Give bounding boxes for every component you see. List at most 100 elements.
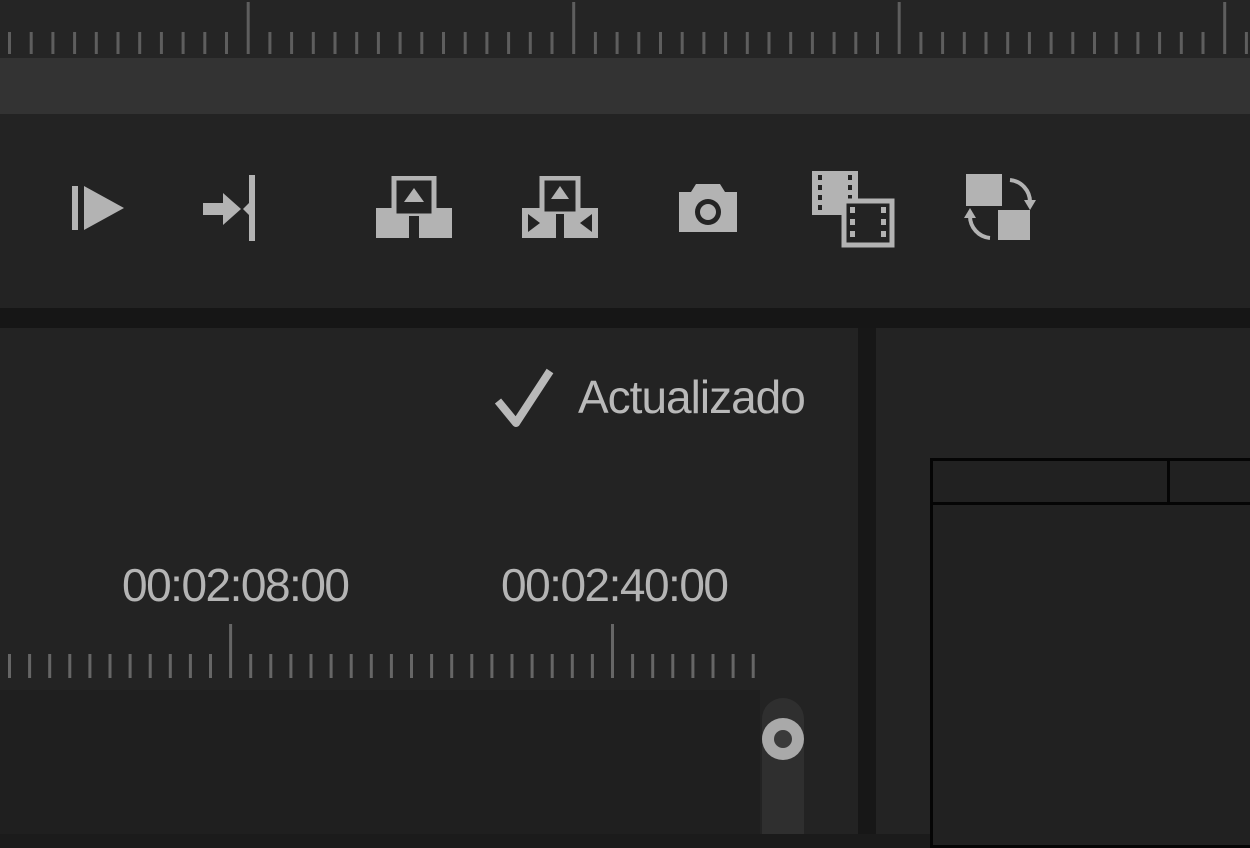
top-time-ruler[interactable] (0, 0, 1250, 58)
minor-tick (1027, 32, 1031, 54)
export-frame-button[interactable] (674, 160, 742, 256)
minor-tick (159, 32, 163, 54)
minor-tick (430, 654, 434, 678)
minor-tick (1201, 32, 1205, 54)
timecode-label: 00:02:08:00 (122, 559, 350, 611)
minor-tick (309, 654, 313, 678)
monitor-header-split (1167, 458, 1170, 504)
minor-tick (168, 654, 172, 678)
minor-tick (680, 32, 684, 54)
minor-tick (116, 32, 120, 54)
minor-tick (550, 32, 554, 54)
minor-tick (68, 654, 72, 678)
minor-tick (450, 654, 454, 678)
film-overlay-icon (812, 171, 895, 248)
minor-tick (919, 32, 923, 54)
track-area[interactable] (0, 690, 760, 834)
minor-tick (550, 654, 554, 678)
minor-tick (369, 654, 373, 678)
minor-tick (108, 654, 112, 678)
play-in-to-out-button[interactable] (62, 160, 128, 256)
minor-tick (290, 32, 294, 54)
minor-tick (631, 654, 635, 678)
minor-tick (1071, 32, 1075, 54)
minor-tick (1244, 32, 1248, 54)
timeline-ruler-ticks (8, 624, 755, 678)
top-ruler-ticks (8, 2, 1248, 54)
timeline-ruler[interactable] (0, 620, 760, 680)
top-scrollbar[interactable] (0, 58, 1250, 114)
minor-tick (203, 32, 207, 54)
minor-tick (48, 654, 52, 678)
minor-tick (188, 654, 192, 678)
minor-tick (984, 32, 988, 54)
minor-tick (651, 654, 655, 678)
minor-tick (463, 32, 467, 54)
monitor-header-divider (930, 502, 1250, 505)
camera-icon (679, 184, 737, 232)
panel-splitter[interactable] (858, 328, 876, 834)
minor-tick (29, 32, 33, 54)
insert-overlay-button[interactable] (806, 160, 898, 256)
minor-tick (128, 654, 132, 678)
transport-toolbar (0, 114, 1250, 308)
extract-icon (522, 176, 598, 238)
major-tick (572, 2, 576, 54)
minor-tick (1049, 32, 1053, 54)
minor-tick (1093, 32, 1096, 54)
checkmark-icon (494, 368, 554, 427)
timecode-label: 00:02:40:00 (501, 559, 729, 611)
compare-view-button[interactable] (960, 160, 1040, 256)
minor-tick (1136, 32, 1140, 54)
major-tick (1223, 2, 1227, 54)
minor-tick (731, 654, 735, 678)
lift-button[interactable] (370, 160, 458, 256)
minor-tick (329, 654, 333, 678)
minor-tick (1114, 32, 1118, 54)
minor-tick (1006, 32, 1010, 54)
go-to-out-point-icon (203, 175, 255, 241)
minor-tick (398, 32, 402, 54)
minor-tick (8, 32, 11, 54)
minor-tick (711, 654, 715, 678)
minor-tick (225, 32, 228, 54)
extract-button[interactable] (516, 160, 604, 256)
minor-tick (507, 32, 511, 54)
minor-tick (442, 32, 445, 54)
minor-tick (148, 654, 152, 678)
major-tick (897, 2, 901, 54)
minor-tick (941, 32, 945, 54)
minor-tick (94, 32, 98, 54)
major-tick (229, 624, 233, 678)
minor-tick (832, 32, 836, 54)
minor-tick (854, 32, 858, 54)
play-in-to-out-icon (72, 186, 124, 230)
minor-tick (671, 654, 675, 678)
major-tick (246, 2, 250, 54)
zoom-handle[interactable] (762, 718, 804, 760)
monitor-frame (930, 458, 1250, 848)
minor-tick (389, 654, 393, 678)
minor-tick (349, 654, 353, 678)
minor-tick (209, 654, 212, 678)
minor-tick (530, 654, 534, 678)
minor-tick (138, 32, 142, 54)
minor-tick (269, 654, 273, 678)
minor-tick (420, 32, 424, 54)
minor-tick (962, 32, 966, 54)
minor-tick (485, 32, 489, 54)
minor-tick (745, 32, 749, 54)
go-to-out-point-button[interactable] (198, 160, 270, 256)
minor-tick (410, 654, 413, 678)
minor-tick (1179, 32, 1183, 54)
minor-tick (876, 32, 879, 54)
minor-tick (528, 32, 532, 54)
minor-tick (376, 32, 380, 54)
minor-tick (702, 32, 706, 54)
minor-tick (615, 32, 619, 54)
minor-tick (88, 654, 92, 678)
swap-icon (964, 174, 1036, 240)
panel-divider[interactable] (0, 308, 1250, 328)
minor-tick (659, 32, 662, 54)
minor-tick (637, 32, 641, 54)
